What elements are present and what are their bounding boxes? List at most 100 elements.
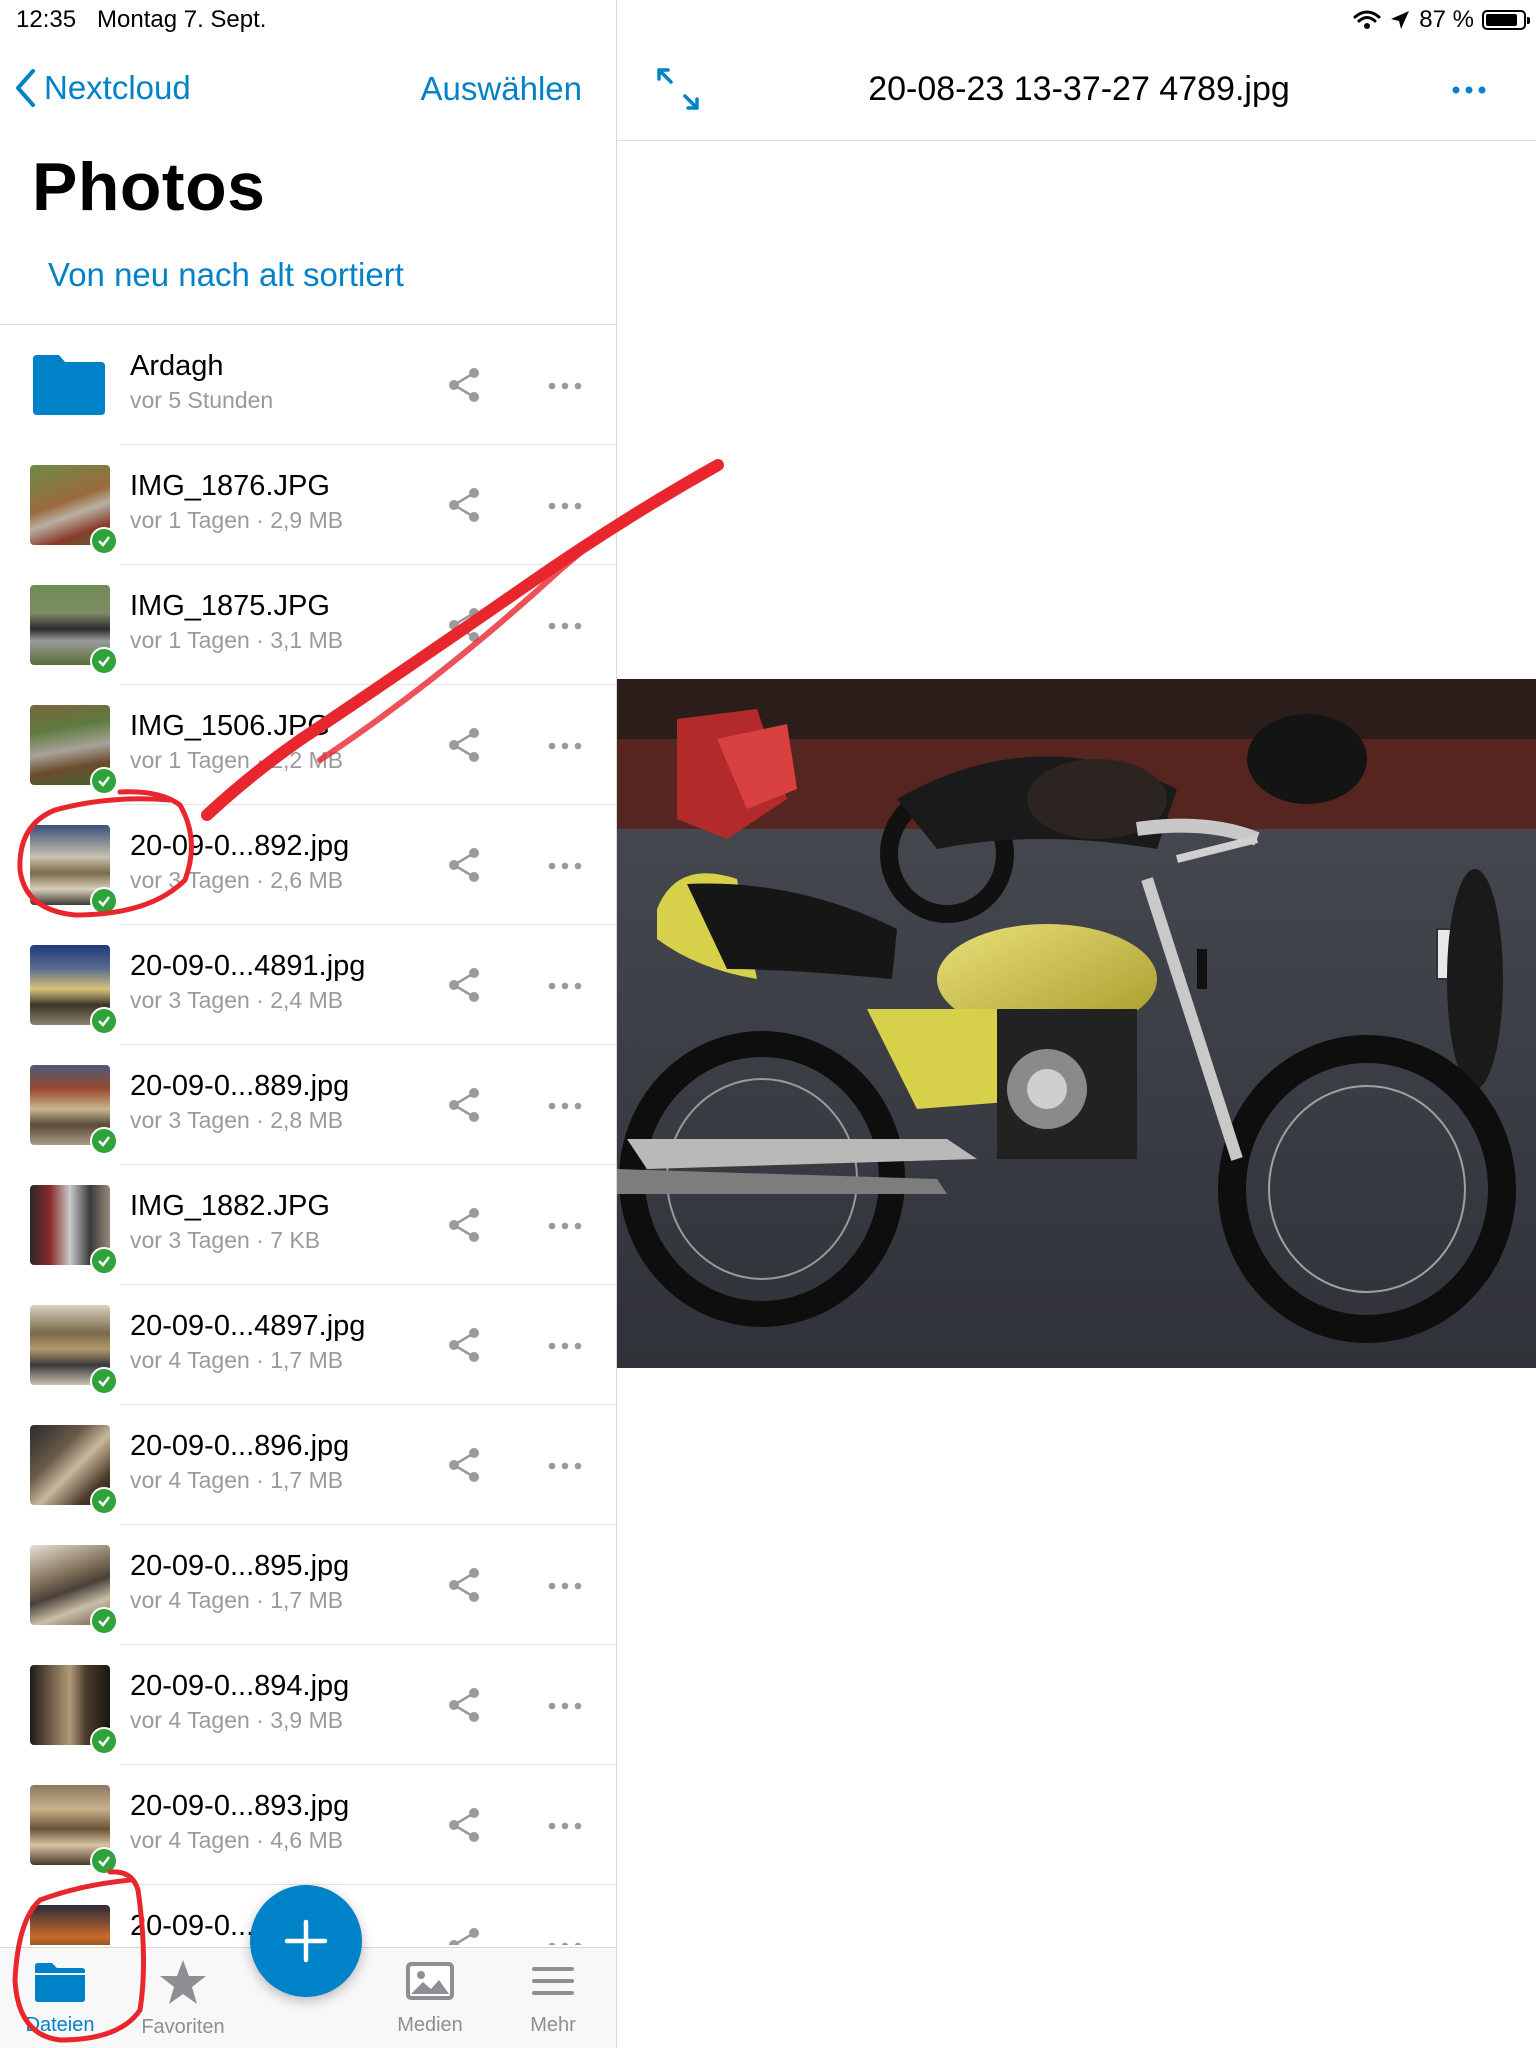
file-meta: vor 3 Tagen · 2,4 MB <box>130 987 344 1013</box>
file-thumbnail <box>30 1785 118 1875</box>
checkmark-icon <box>90 1727 118 1755</box>
more-icon[interactable] <box>548 742 582 750</box>
select-button[interactable]: Auswählen <box>421 70 582 108</box>
file-name: 20-09-0...4891.jpg <box>130 950 366 982</box>
file-meta: vor 1 Tagen · 3,1 MB <box>130 627 344 653</box>
sort-button[interactable]: Von neu nach alt sortiert <box>48 256 404 294</box>
plus-icon <box>284 1919 328 1963</box>
file-list: Ardagh vor 5 Stunden IMG_1876.JPG vor 1 … <box>0 325 616 1945</box>
checkmark-icon <box>90 1607 118 1635</box>
list-item[interactable]: 20-09-0...893.jpg vor 4 Tagen · 4,6 MB <box>0 1765 616 1885</box>
list-item[interactable]: IMG_1506.JPG vor 1 Tagen · 2,2 MB <box>0 685 616 805</box>
list-item[interactable]: Ardagh vor 5 Stunden <box>0 325 616 445</box>
checkmark-icon <box>90 1127 118 1155</box>
file-meta: vor 1 Tagen · 2,9 MB <box>130 507 344 533</box>
file-meta: vor 4 Tagen · 1,7 MB <box>130 1467 344 1493</box>
more-icon[interactable] <box>548 1222 582 1230</box>
file-name: IMG_1506.JPG <box>130 710 330 742</box>
file-thumbnail <box>30 1305 118 1395</box>
file-meta: vor 3 Tagen · 2,8 MB <box>130 1107 344 1133</box>
list-item[interactable]: 20-09-0...895.jpg vor 4 Tagen · 1,7 MB <box>0 1525 616 1645</box>
more-icon[interactable] <box>548 622 582 630</box>
file-name: 20-09-0...896.jpg <box>130 1430 350 1462</box>
back-button[interactable]: Nextcloud <box>14 68 191 108</box>
file-meta: vor 4 Tagen · 4,6 MB <box>130 1827 344 1853</box>
file-name: 20-09-0...889.jpg <box>130 1070 350 1102</box>
image-viewer-pane: 87 % 20-08-23 13-37-27 4789.jpg <box>617 0 1536 2048</box>
checkmark-icon <box>90 527 118 555</box>
more-icon[interactable] <box>548 1822 582 1830</box>
photo-icon <box>406 1962 454 2000</box>
checkmark-icon <box>90 887 118 915</box>
more-icon[interactable] <box>1452 86 1486 94</box>
battery-level <box>1486 14 1517 26</box>
more-icon[interactable] <box>548 1702 582 1710</box>
list-item[interactable]: 20-09-0...892.jpg vor 3 Tagen · 2,6 MB <box>0 805 616 925</box>
file-name: 20-09-0...894.jpg <box>130 1670 350 1702</box>
file-name: IMG_1875.JPG <box>130 590 330 622</box>
list-item[interactable]: 20-09-0...896.jpg vor 4 Tagen · 1,7 MB <box>0 1405 616 1525</box>
more-icon[interactable] <box>548 1942 582 1945</box>
more-icon[interactable] <box>548 1342 582 1350</box>
tab-label: Dateien <box>25 2014 95 2036</box>
more-icon[interactable] <box>548 1582 582 1590</box>
tab-medien[interactable]: Medien <box>375 1958 485 2037</box>
share-icon[interactable] <box>446 1207 482 1243</box>
list-item[interactable]: 20-09-0...4897.jpg vor 4 Tagen · 1,7 MB <box>0 1285 616 1405</box>
more-icon[interactable] <box>548 502 582 510</box>
more-icon[interactable] <box>548 862 582 870</box>
share-icon[interactable] <box>446 847 482 883</box>
share-icon[interactable] <box>446 1567 482 1603</box>
list-item[interactable]: IMG_1882.JPG vor 3 Tagen · 7 KB <box>0 1165 616 1285</box>
list-item[interactable]: 20-09-0...889.jpg vor 3 Tagen · 2,8 MB <box>0 1045 616 1165</box>
location-icon <box>1391 11 1410 29</box>
more-icon[interactable] <box>548 982 582 990</box>
checkmark-icon <box>90 1247 118 1275</box>
list-item[interactable]: IMG_1875.JPG vor 1 Tagen · 3,1 MB <box>0 565 616 685</box>
tab-dateien[interactable]: Dateien <box>5 1958 115 2037</box>
tab-mehr[interactable]: Mehr <box>498 1958 608 2037</box>
list-item[interactable]: 20-09-0...4891.jpg vor 3 Tagen · 2,4 MB <box>0 925 616 1045</box>
tab-favoriten[interactable]: Favoriten <box>128 1958 238 2039</box>
battery-icon <box>1482 10 1530 30</box>
more-icon[interactable] <box>548 1462 582 1470</box>
share-icon[interactable] <box>446 1327 482 1363</box>
share-icon[interactable] <box>446 487 482 523</box>
photo-preview <box>617 679 1536 1368</box>
tab-label: Medien <box>397 2014 463 2036</box>
chevron-left-icon <box>16 69 35 107</box>
file-meta: vor 4 Tagen · 1,7 MB <box>130 1587 344 1613</box>
file-name: 20-09-0...893.jpg <box>130 1790 350 1822</box>
share-icon[interactable] <box>446 967 482 1003</box>
share-icon[interactable] <box>446 367 482 403</box>
file-thumbnail <box>30 1065 118 1155</box>
share-icon[interactable] <box>446 607 482 643</box>
share-icon[interactable] <box>446 1447 482 1483</box>
file-meta: vor 3 Tagen · 2,6 MB <box>130 867 344 893</box>
more-icon[interactable] <box>548 1102 582 1110</box>
file-meta: vor 1 Tagen · 2,2 MB <box>130 747 344 773</box>
checkmark-icon <box>90 1487 118 1515</box>
list-item[interactable]: IMG_1876.JPG vor 1 Tagen · 2,9 MB <box>0 445 616 565</box>
status-indicators: 87 % <box>1353 4 1530 36</box>
share-icon[interactable] <box>446 1927 482 1945</box>
share-icon[interactable] <box>446 727 482 763</box>
more-icon[interactable] <box>548 382 582 390</box>
share-icon[interactable] <box>446 1087 482 1123</box>
share-icon[interactable] <box>446 1807 482 1843</box>
list-item[interactable]: 20-09-0...894.jpg vor 4 Tagen · 3,9 MB <box>0 1645 616 1765</box>
star-icon <box>160 1960 206 2004</box>
share-icon[interactable] <box>446 1687 482 1723</box>
file-thumbnail <box>30 465 118 555</box>
file-thumbnail <box>30 1905 110 1945</box>
file-thumbnail <box>30 1545 118 1635</box>
file-name: 20-09-0...4897.jpg <box>130 1310 366 1342</box>
file-meta: vor 4 Tagen · 1,7 MB <box>130 1347 344 1373</box>
status-time: 12:35 <box>16 6 77 33</box>
file-name: IMG_1882.JPG <box>130 1190 330 1222</box>
file-thumbnail <box>30 585 118 675</box>
folder-icon <box>35 1963 85 2002</box>
file-thumbnail <box>30 825 118 915</box>
add-button[interactable] <box>250 1885 362 1997</box>
checkmark-icon <box>90 1847 118 1875</box>
